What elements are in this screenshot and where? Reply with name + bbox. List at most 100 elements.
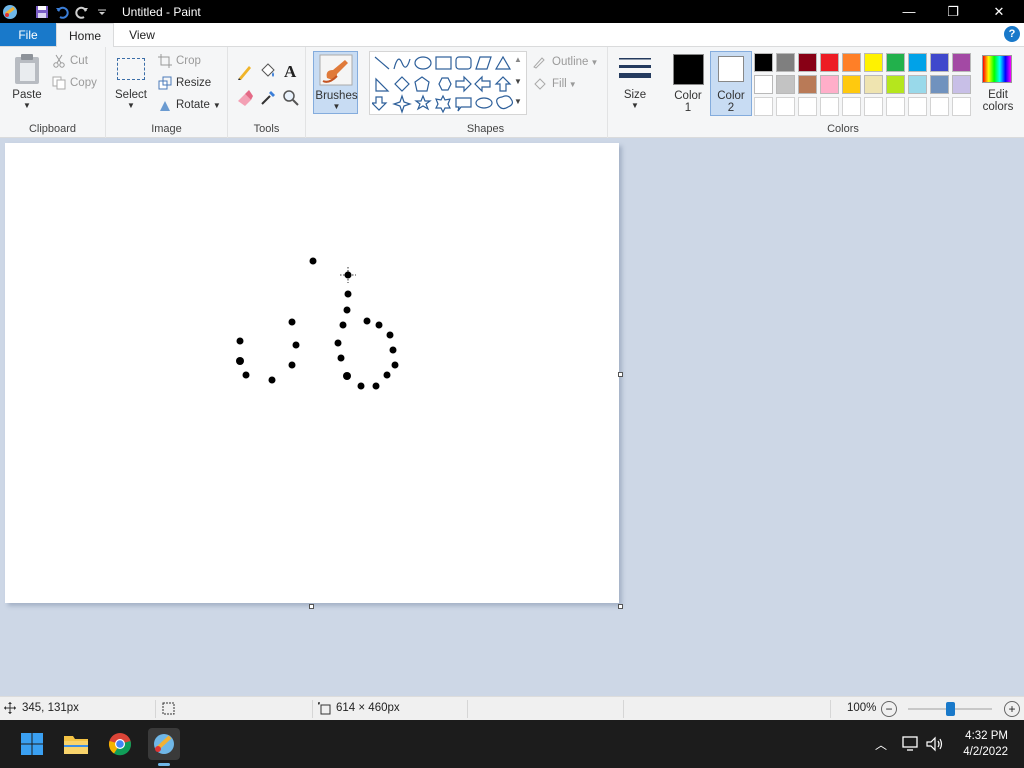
rotate-icon [160,101,170,111]
zoom-out-button[interactable]: − [881,701,897,717]
status-divider [312,700,313,718]
text-icon[interactable]: A [282,62,300,80]
palette-swatch[interactable] [952,53,971,72]
status-divider [623,700,624,718]
drawing-canvas[interactable] [5,143,619,603]
copy-button[interactable]: Copy [52,76,97,90]
cut-button[interactable]: Cut [52,54,88,68]
fill-bucket-icon[interactable] [259,62,277,80]
active-app-indicator [158,763,170,766]
palette-swatch[interactable] [842,53,861,72]
close-button[interactable]: ✕ [976,0,1022,23]
brushes-button[interactable]: Brushes ▼ [313,51,358,114]
maximize-button[interactable]: ❐ [930,0,976,23]
edit-colors-button[interactable]: Edit colors [978,51,1018,117]
palette-swatch[interactable] [798,53,817,72]
redo-icon[interactable] [72,0,92,23]
palette-swatch[interactable] [798,75,817,94]
palette-swatch[interactable] [776,75,795,94]
palette-swatch[interactable] [776,53,795,72]
custom-color-slot[interactable] [886,97,905,116]
clock-time: 4:32 PM [965,730,1008,742]
palette-swatch[interactable] [886,53,905,72]
custom-color-slot[interactable] [776,97,795,116]
palette-swatch[interactable] [754,53,773,72]
paint-app-icon[interactable] [2,4,18,20]
pencil-icon[interactable] [236,63,254,81]
tab-file[interactable]: File [0,23,56,46]
edit-colors-label-line2: colors [982,101,1014,113]
customize-quick-access-icon[interactable] [92,0,112,23]
paint-taskbar-button[interactable] [148,728,180,766]
cursor-position-icon [4,702,16,714]
palette-swatch[interactable] [864,53,883,72]
colors-group: Color 1 Color 2 Edit colors Colors [662,47,1024,138]
outline-dropdown-icon: ▼ [590,57,599,67]
crop-button[interactable]: Crop [158,54,201,68]
help-button[interactable]: ? [1004,26,1020,42]
palette-swatch[interactable] [842,75,861,94]
file-explorer-taskbar-button[interactable] [60,728,92,760]
shapes-scroll-up-icon[interactable]: ▲ [514,55,522,64]
volume-icon[interactable] [926,736,944,752]
color-picker-icon[interactable] [259,89,277,107]
drawing-strokes [236,257,399,390]
custom-color-slot[interactable] [842,97,861,116]
start-button[interactable] [16,728,48,760]
shapes-expand-icon[interactable]: ▼ [514,97,522,106]
resize-handle-right[interactable] [618,372,623,377]
custom-color-slot[interactable] [930,97,949,116]
color-spectrum-icon [982,55,1012,83]
windows-logo-icon [21,733,43,755]
save-quick-icon[interactable] [32,0,52,23]
shapes-gallery[interactable] [369,51,527,115]
minimize-button[interactable]: — [886,0,932,23]
show-hidden-icons-chevron-icon[interactable]: ︿ [875,736,887,753]
tools-group-label: Tools [253,123,280,135]
shapes-scroll-down-icon[interactable]: ▼ [514,77,522,86]
status-divider [830,700,831,718]
resize-handle-bottom[interactable] [309,604,314,609]
shapes-group-label: Shapes [466,123,505,135]
undo-icon[interactable] [52,0,72,23]
select-rectangle-icon [117,58,145,80]
tab-home[interactable]: Home [56,23,114,47]
fill-button[interactable]: Fill ▼ [532,77,577,91]
resize-button[interactable]: Resize [158,76,211,90]
palette-swatch[interactable] [754,75,773,94]
custom-color-slot[interactable] [798,97,817,116]
custom-color-slot[interactable] [820,97,839,116]
line-size-icon [619,58,651,78]
tab-view[interactable]: View [114,23,170,46]
palette-swatch[interactable] [930,53,949,72]
crop-icon [158,54,172,68]
network-icon[interactable] [902,736,920,752]
size-button[interactable]: Size ▼ [614,51,656,115]
palette-swatch[interactable] [908,75,927,94]
zoom-slider-thumb[interactable] [946,702,955,716]
system-clock[interactable]: 4:32 PM 4/2/2022 [963,728,1008,760]
paste-button[interactable]: Paste ▼ [8,51,46,115]
palette-swatch[interactable] [864,75,883,94]
resize-handle-corner[interactable] [618,604,623,609]
select-button[interactable]: Select ▼ [112,51,150,115]
palette-swatch[interactable] [952,75,971,94]
color1-button[interactable]: Color 1 [668,51,708,115]
custom-color-slot[interactable] [952,97,971,116]
palette-swatch[interactable] [930,75,949,94]
palette-swatch[interactable] [886,75,905,94]
color2-button[interactable]: Color 2 [710,51,752,116]
palette-swatch[interactable] [908,53,927,72]
zoom-in-button[interactable]: + [1004,701,1020,717]
eraser-icon[interactable] [236,89,254,107]
palette-swatch[interactable] [820,53,839,72]
custom-color-slot[interactable] [864,97,883,116]
rotate-button[interactable]: Rotate ▼ [158,98,221,112]
magnifier-icon[interactable] [282,89,300,107]
outline-button[interactable]: Outline ▼ [532,55,598,69]
custom-color-slot[interactable] [908,97,927,116]
custom-color-slot[interactable] [754,97,773,116]
status-divider [155,700,156,718]
palette-swatch[interactable] [820,75,839,94]
chrome-taskbar-button[interactable] [104,728,136,760]
